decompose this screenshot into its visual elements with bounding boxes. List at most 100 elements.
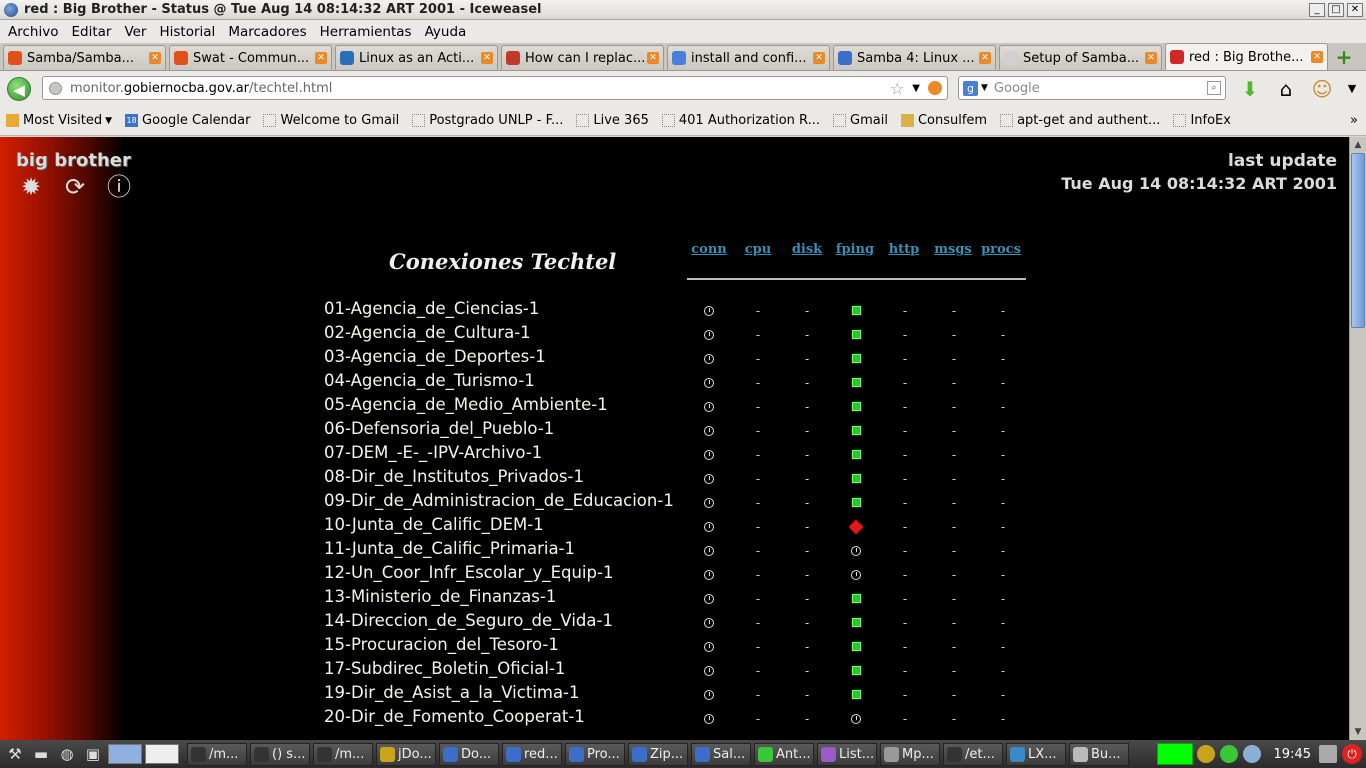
search-bar[interactable]: g ▼ Google ⌕	[958, 76, 1226, 100]
host-name[interactable]: 04-Agencia_de_Turismo-1	[324, 371, 535, 390]
status-conn-clock-icon[interactable]	[702, 520, 716, 534]
status-fping-green-icon[interactable]	[849, 352, 863, 366]
tab-7[interactable]: Setup of Samba... ✕	[999, 45, 1162, 70]
taskbar-task-8[interactable]: Zip...	[628, 742, 688, 766]
column-header-fping[interactable]: fping	[830, 242, 880, 257]
tab-close-icon[interactable]: ✕	[813, 52, 825, 64]
taskbar-task-4[interactable]: jDo...	[376, 742, 436, 766]
host-name[interactable]: 17-Subdirec_Boletin_Oficial-1	[324, 659, 565, 678]
close-window-button[interactable]: ✕	[1347, 2, 1363, 17]
taskbar-task-9[interactable]: Sal...	[691, 742, 751, 766]
profile-avatar-icon[interactable]: ☺	[1310, 77, 1334, 101]
status-fping-green-icon[interactable]	[849, 472, 863, 486]
menu-historial[interactable]: Historial	[159, 24, 215, 40]
host-name[interactable]: 01-Agencia_de_Ciencias-1	[324, 299, 539, 318]
tab-6[interactable]: Samba 4: Linux ... ✕	[833, 45, 996, 70]
search-engine-dropdown-icon[interactable]: ▼	[981, 83, 988, 93]
home-icon[interactable]: ⌂	[1274, 77, 1298, 101]
tab-2[interactable]: Swat - Commun... ✕	[169, 45, 332, 70]
host-name[interactable]: 09-Dir_de_Administracion_de_Educacion-1	[324, 491, 674, 510]
new-tab-button[interactable]: +	[1333, 46, 1355, 68]
bb-refresh-icon[interactable]: ⟳	[60, 174, 90, 200]
taskbar-task-6[interactable]: red...	[502, 742, 562, 766]
status-fping-clock-icon[interactable]	[849, 712, 863, 726]
page-scrollbar[interactable]: ▲ ▼	[1349, 137, 1366, 740]
url-bar[interactable]: monitor.gobiernocba.gov.ar/techtel.html …	[42, 76, 948, 100]
status-conn-clock-icon[interactable]	[702, 640, 716, 654]
bookmark-9[interactable]: apt-get and authent...	[1000, 113, 1160, 128]
scroll-up-icon[interactable]: ▲	[1350, 137, 1366, 153]
tab-5[interactable]: install and confi... ✕	[667, 45, 830, 70]
taskbar-task-10[interactable]: Ant...	[754, 742, 814, 766]
menu-ayuda[interactable]: Ayuda	[425, 24, 467, 40]
tab-close-icon[interactable]: ✕	[481, 52, 493, 64]
taskbar-clock[interactable]: 19:45	[1274, 747, 1311, 762]
status-conn-clock-icon[interactable]	[702, 688, 716, 702]
status-conn-clock-icon[interactable]	[702, 472, 716, 486]
desktop-pager-2[interactable]	[145, 744, 179, 764]
status-conn-clock-icon[interactable]	[702, 496, 716, 510]
status-fping-green-icon[interactable]	[849, 424, 863, 438]
status-fping-green-icon[interactable]	[849, 496, 863, 510]
bb-info-icon[interactable]: ⓘ	[104, 174, 134, 200]
power-icon[interactable]: ⏻	[1342, 744, 1362, 764]
taskbar-task-11[interactable]: List...	[817, 742, 877, 766]
toolbar-overflow-icon[interactable]: ▼	[1340, 77, 1364, 101]
menu-herramientas[interactable]: Herramientas	[320, 24, 412, 40]
taskbar-task-14[interactable]: LX...	[1006, 742, 1066, 766]
maximize-button[interactable]: □	[1328, 2, 1344, 17]
bookmark-5[interactable]: Live 365	[576, 113, 649, 128]
menu-archivo[interactable]: Archivo	[8, 24, 58, 40]
scroll-down-icon[interactable]: ▼	[1350, 724, 1366, 740]
bookmark-10[interactable]: InfoEx	[1173, 113, 1231, 128]
host-name[interactable]: 10-Junta_de_Calific_DEM-1	[324, 515, 544, 534]
column-header-procs[interactable]: procs	[976, 242, 1026, 257]
bookmarks-overflow-icon[interactable]: »	[1350, 113, 1358, 128]
status-fping-clock-icon[interactable]	[849, 544, 863, 558]
status-conn-clock-icon[interactable]	[702, 664, 716, 678]
status-conn-clock-icon[interactable]	[702, 352, 716, 366]
status-fping-green-icon[interactable]	[849, 304, 863, 318]
bookmark-star-icon[interactable]: ☆	[890, 79, 904, 98]
status-fping-green-icon[interactable]	[849, 448, 863, 462]
menu-editar[interactable]: Editar	[71, 24, 111, 40]
column-header-conn[interactable]: conn	[684, 242, 734, 257]
status-conn-clock-icon[interactable]	[702, 448, 716, 462]
bb-star-icon[interactable]: ✹	[16, 174, 46, 200]
host-name[interactable]: 14-Direccion_de_Seguro_de_Vida-1	[324, 611, 613, 630]
minimize-button[interactable]: _	[1309, 2, 1325, 17]
host-name[interactable]: 20-Dir_de_Fomento_Cooperat-1	[324, 707, 585, 726]
site-identity-icon[interactable]	[49, 81, 62, 95]
host-name[interactable]: 05-Agencia_de_Medio_Ambiente-1	[324, 395, 608, 414]
download-icon[interactable]: ⬇	[1238, 77, 1262, 101]
column-header-msgs[interactable]: msgs	[928, 242, 978, 257]
host-name[interactable]: 13-Ministerio_de_Finanzas-1	[324, 587, 556, 606]
column-header-cpu[interactable]: cpu	[733, 242, 783, 257]
bookmark-2[interactable]: 18 Google Calendar	[125, 113, 250, 128]
status-conn-clock-icon[interactable]	[702, 544, 716, 558]
host-name[interactable]: 07-DEM_-E-_-IPV-Archivo-1	[324, 443, 542, 462]
status-fping-red-icon[interactable]	[848, 519, 864, 535]
url-dropdown-icon[interactable]: ▼	[912, 83, 920, 94]
column-header-disk[interactable]: disk	[782, 242, 832, 257]
taskbar-task-2[interactable]: () s...	[250, 742, 310, 766]
host-name[interactable]: 19-Dir_de_Asist_a_la_Victima-1	[324, 683, 580, 702]
taskbar-task-15[interactable]: Bu...	[1069, 742, 1129, 766]
host-name[interactable]: 02-Agencia_de_Cultura-1	[324, 323, 531, 342]
host-name[interactable]: 15-Procuracion_del_Tesoro-1	[324, 635, 559, 654]
file-manager-icon[interactable]: ▬	[30, 743, 52, 765]
tab-close-icon[interactable]: ✕	[149, 52, 161, 64]
status-fping-clock-icon[interactable]	[849, 568, 863, 582]
tab-close-icon[interactable]: ✕	[1311, 51, 1323, 63]
host-name[interactable]: 11-Junta_de_Calific_Primaria-1	[324, 539, 575, 558]
status-fping-green-icon[interactable]	[849, 688, 863, 702]
status-fping-green-icon[interactable]	[849, 328, 863, 342]
host-name[interactable]: 06-Defensoria_del_Pueblo-1	[324, 419, 554, 438]
status-fping-green-icon[interactable]	[849, 592, 863, 606]
taskbar-task-5[interactable]: Do...	[439, 742, 499, 766]
taskbar-task-3[interactable]: /m...	[313, 742, 373, 766]
bookmark-8[interactable]: Consulfem	[900, 113, 987, 128]
bookmark-4[interactable]: Postgrado UNLP - F...	[412, 113, 563, 128]
search-input[interactable]: Google	[994, 81, 1207, 96]
host-name[interactable]: 12-Un_Coor_Infr_Escolar_y_Equip-1	[324, 563, 613, 582]
